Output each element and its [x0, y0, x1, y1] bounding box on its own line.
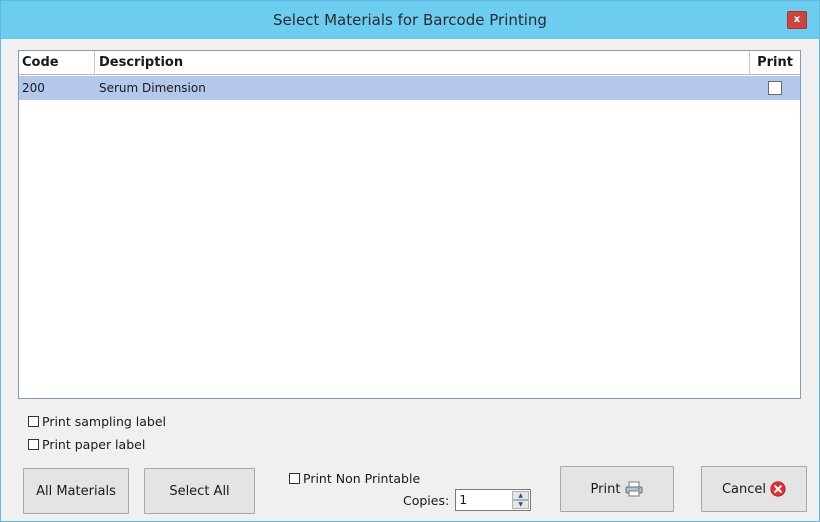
cancel-button[interactable]: Cancel	[701, 466, 807, 512]
print-sampling-label-option[interactable]: Print sampling label	[28, 414, 166, 429]
dialog-window: Select Materials for Barcode Printing x …	[0, 0, 820, 522]
print-paper-label-checkbox[interactable]	[28, 439, 39, 450]
print-button-label: Print	[590, 481, 621, 497]
column-header-description-label: Description	[99, 55, 184, 70]
cell-code-text: 200	[22, 81, 45, 95]
cell-print	[750, 76, 800, 100]
title-bar[interactable]: Select Materials for Barcode Printing x	[1, 1, 819, 39]
copies-spinner[interactable]: ▲ ▼	[512, 491, 530, 509]
grid-header: Code Description Print	[19, 51, 800, 75]
spin-up-icon[interactable]: ▲	[512, 491, 530, 500]
column-header-description[interactable]: Description	[95, 51, 750, 74]
print-non-printable-option[interactable]: Print Non Printable	[289, 471, 420, 486]
all-materials-label: All Materials	[36, 483, 116, 499]
cancel-icon	[770, 481, 786, 497]
close-icon: x	[793, 14, 801, 25]
print-button[interactable]: Print	[560, 466, 674, 512]
print-non-printable-text: Print Non Printable	[303, 471, 421, 486]
column-header-print[interactable]: Print	[750, 51, 800, 74]
print-paper-label-option[interactable]: Print paper label	[28, 437, 145, 452]
close-button[interactable]: x	[787, 11, 807, 29]
select-all-label: Select All	[169, 483, 230, 499]
print-checkbox[interactable]	[768, 81, 782, 95]
cell-description: Serum Dimension	[95, 76, 750, 100]
select-all-button[interactable]: Select All	[144, 468, 255, 514]
table-row[interactable]: 200 Serum Dimension	[19, 76, 800, 100]
print-paper-label-text: Print paper label	[42, 437, 146, 452]
print-sampling-label-checkbox[interactable]	[28, 416, 39, 427]
all-materials-button[interactable]: All Materials	[23, 468, 129, 514]
cell-description-text: Serum Dimension	[99, 81, 206, 95]
copies-label: Copies:	[403, 492, 450, 508]
copies-value: 1	[459, 492, 468, 507]
print-non-printable-checkbox[interactable]	[289, 473, 300, 484]
column-header-code[interactable]: Code	[19, 51, 95, 74]
spin-down-icon[interactable]: ▼	[512, 500, 530, 509]
copies-control: Copies: 1 ▲ ▼	[403, 489, 532, 511]
cancel-button-label: Cancel	[721, 481, 767, 497]
materials-grid: Code Description Print 200 Serum Dimensi…	[18, 50, 801, 399]
copies-input[interactable]: 1 ▲ ▼	[455, 489, 532, 511]
dialog-title: Select Materials for Barcode Printing	[273, 11, 547, 29]
column-header-code-label: Code	[22, 55, 59, 70]
column-header-print-label: Print	[757, 55, 793, 70]
print-sampling-label-text: Print sampling label	[42, 414, 167, 429]
cell-code: 200	[19, 76, 95, 100]
printer-icon	[625, 481, 643, 497]
